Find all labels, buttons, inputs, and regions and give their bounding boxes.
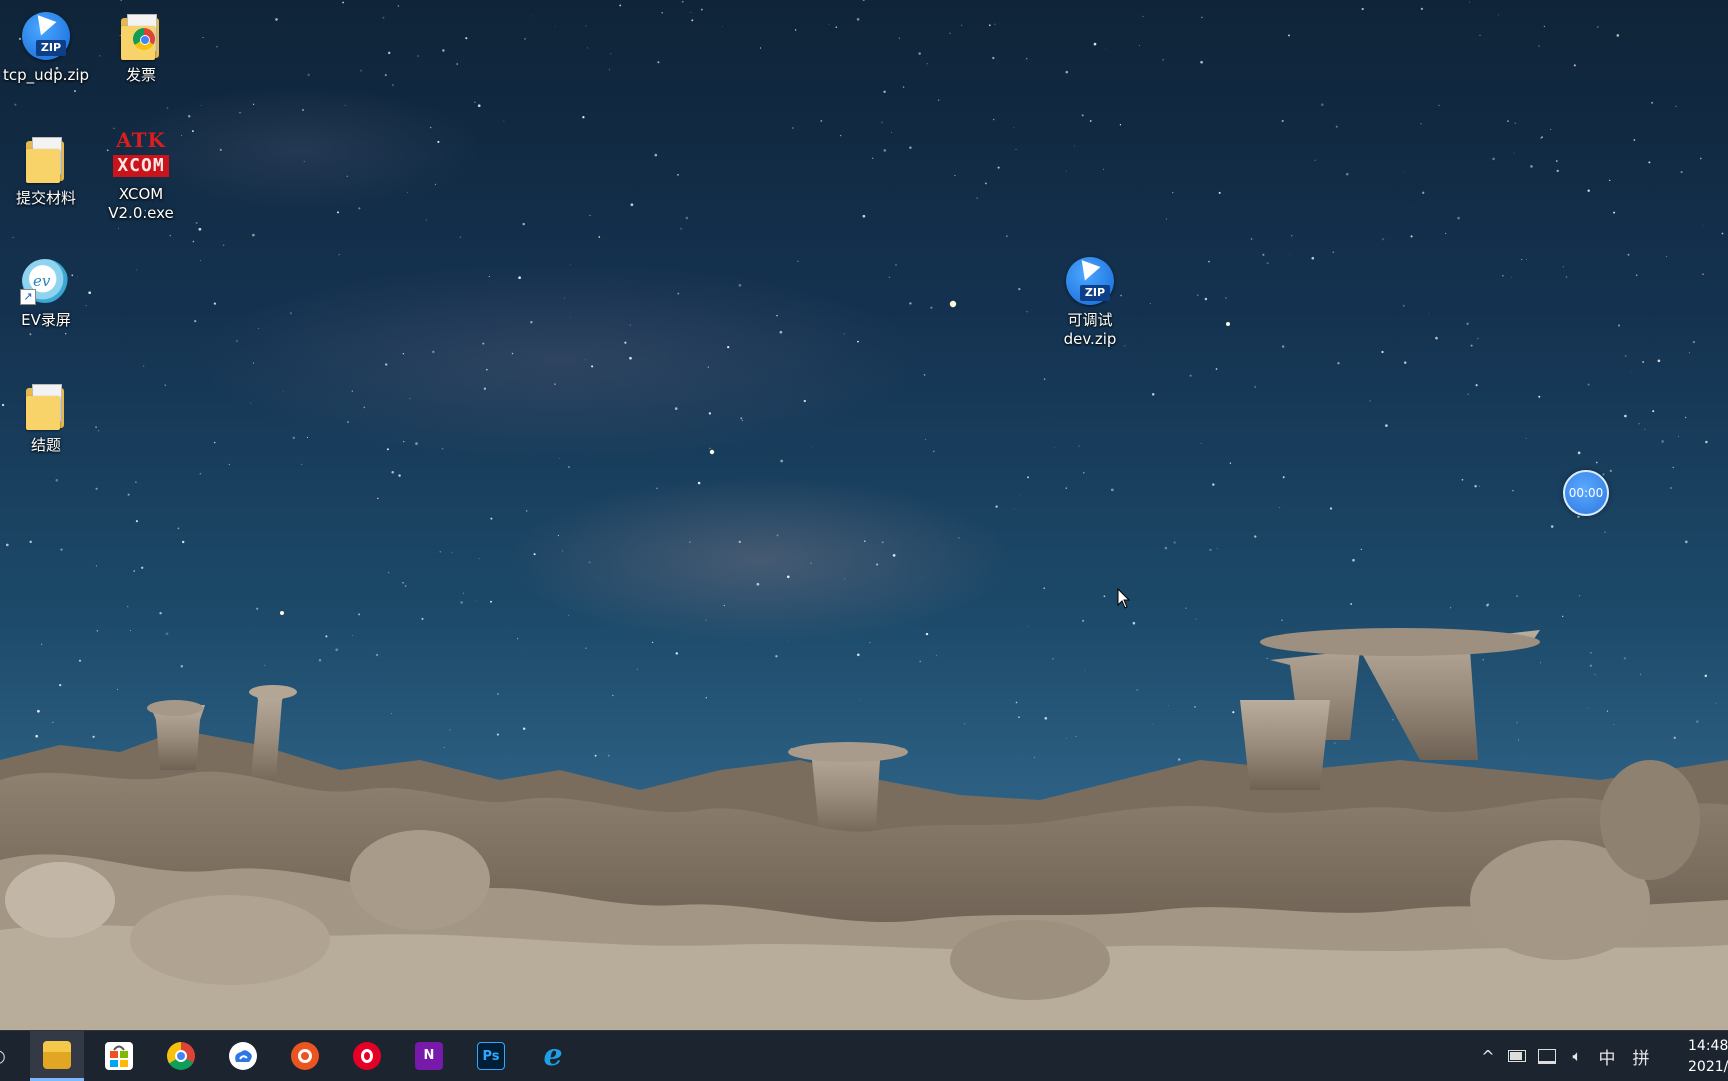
zip-file-icon: ZIP	[1064, 255, 1116, 307]
taskbar-app-microsoft-store[interactable]	[92, 1031, 146, 1081]
desktop-icon-label: 结题	[30, 436, 61, 454]
desktop-icon-fapiao[interactable]: 发票	[95, 10, 187, 85]
ie-icon: e	[543, 1038, 563, 1073]
desktop-icon-tcp-udp-zip[interactable]: ZIP tcp_udp.zip	[0, 10, 92, 85]
taskbar-app-baidu-netdisk[interactable]	[216, 1031, 270, 1081]
desktop-icon-label: 提交材料	[15, 189, 76, 207]
recording-timer-widget[interactable]: 00:00	[1563, 470, 1609, 516]
desktop-icon-dev-zip[interactable]: ZIP 可调试 dev.zip	[1044, 255, 1136, 349]
taskbar-app-chrome[interactable]	[154, 1031, 208, 1081]
netdisk-icon	[229, 1042, 257, 1070]
taskbar-app-onenote[interactable]: N	[402, 1031, 456, 1081]
taskbar-app-photoshop[interactable]: Ps	[464, 1031, 518, 1081]
show-hidden-icons-chevron-up-icon[interactable]: ^	[1476, 1031, 1500, 1081]
atk-xcom-icon: ATK XCOM	[111, 129, 171, 181]
battery-icon[interactable]	[1504, 1031, 1530, 1081]
zip-file-icon: ZIP	[20, 10, 72, 62]
ime-layout-indicator[interactable]: 拼	[1628, 1031, 1654, 1081]
folder-icon	[43, 1040, 71, 1069]
taskbar-app-ubuntu[interactable]	[278, 1031, 332, 1081]
folder-icon	[20, 133, 72, 185]
rock-landscape	[0, 628, 1728, 1030]
mouse-cursor-icon	[1117, 588, 1131, 609]
desktop-icon-label: 可调试 dev.zip	[1063, 311, 1117, 348]
store-icon	[105, 1042, 133, 1070]
desktop-icon-label: tcp_udp.zip	[2, 66, 90, 84]
taskbar-app-internet-explorer[interactable]: e	[526, 1031, 580, 1081]
clock-date: 2021/5/	[1688, 1059, 1728, 1075]
folder-icon	[20, 380, 72, 432]
system-clock[interactable]: 14:48 2021/5/	[1688, 1036, 1728, 1078]
desktop-icon-jieti[interactable]: 结题	[0, 380, 92, 455]
desktop-wallpaper: ZIP tcp_udp.zip 发票 提交材料 ATK XCOM XCOM V2…	[0, 0, 1728, 1030]
clock-time: 14:48	[1688, 1038, 1728, 1054]
network-icon[interactable]	[1534, 1031, 1560, 1081]
desktop-icon-label: 发票	[125, 66, 156, 84]
chrome-icon	[167, 1042, 195, 1070]
desktop-icon-ev-recorder[interactable]: ev ↗ EV录屏	[0, 255, 92, 330]
taskbar: ○ N Ps e ^ 🔈︎	[0, 1030, 1728, 1081]
music-icon	[353, 1042, 381, 1070]
taskbar-app-file-explorer[interactable]	[30, 1031, 84, 1081]
onenote-icon: N	[415, 1042, 443, 1070]
desktop-icon-label: EV录屏	[21, 311, 71, 329]
desktop-icon-label: XCOM V2.0.exe	[108, 185, 174, 222]
ubuntu-icon	[291, 1042, 319, 1070]
photoshop-icon: Ps	[477, 1042, 505, 1070]
shortcut-arrow-icon: ↗	[20, 289, 36, 305]
desktop-icon-tijiao-cailiao[interactable]: 提交材料	[0, 133, 92, 208]
desktop-icon-xcom-exe[interactable]: ATK XCOM XCOM V2.0.exe	[95, 129, 187, 223]
taskbar-app-netease-music[interactable]	[340, 1031, 394, 1081]
search-circle-icon[interactable]: ○	[0, 1031, 8, 1081]
ime-mode-indicator[interactable]: 中	[1594, 1031, 1620, 1081]
volume-icon[interactable]: 🔈︎	[1564, 1031, 1590, 1081]
ev-recorder-icon: ev ↗	[20, 255, 72, 307]
folder-icon	[115, 10, 167, 62]
